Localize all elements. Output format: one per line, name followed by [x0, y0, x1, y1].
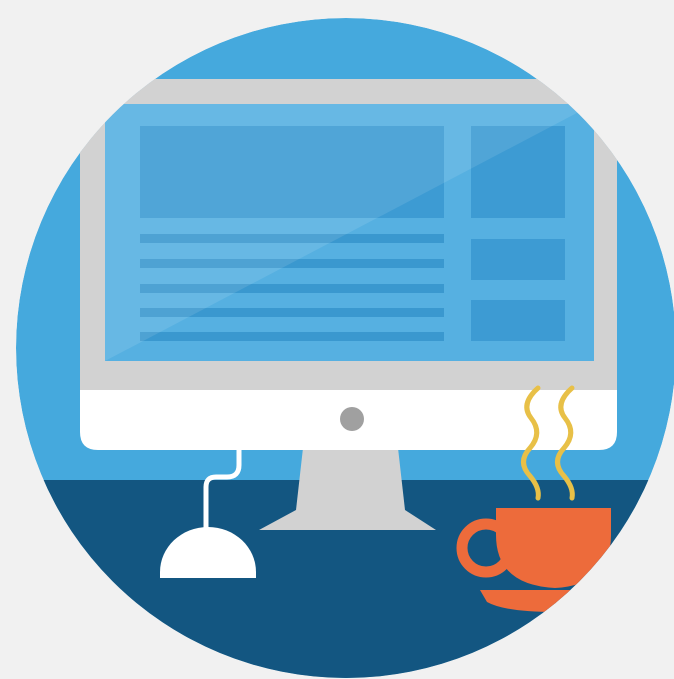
- monitor-stand-neck: [296, 448, 405, 510]
- monitor-icon: [80, 79, 617, 450]
- monitor-screen: [105, 104, 594, 361]
- desktop-workspace-illustration: [0, 0, 674, 679]
- power-button-icon: [340, 407, 364, 431]
